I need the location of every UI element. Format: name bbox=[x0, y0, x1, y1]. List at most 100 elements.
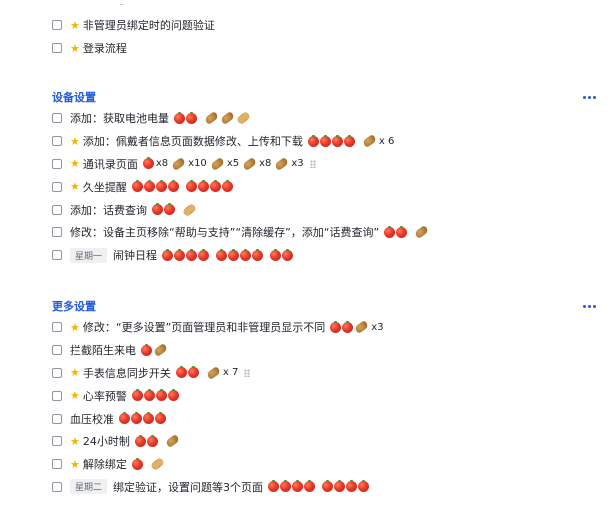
star-icon[interactable]: ★ bbox=[70, 43, 80, 54]
task-label[interactable]: 24小时制 bbox=[83, 433, 130, 449]
tomato-icon bbox=[143, 412, 154, 425]
task-row[interactable]: 添加：获取电池电量 bbox=[52, 107, 598, 130]
task-label[interactable]: 登录流程 bbox=[83, 40, 127, 56]
task-row[interactable]: ★ 添加：佩戴者信息页面数据修改、上传和下载 x 6 bbox=[52, 130, 598, 153]
task-row[interactable]: ★ 手表信息同步开关 x 7 bbox=[52, 362, 598, 385]
mark-count: x10 bbox=[188, 158, 207, 170]
task-row[interactable]: ★ 通讯录页面 x8 x10 x5 x8 x3 bbox=[52, 153, 598, 176]
task-label[interactable]: 血压校准 bbox=[70, 411, 114, 427]
task-label[interactable]: 通讯录页面 bbox=[83, 156, 138, 172]
due-date-tag[interactable]: 星期一 bbox=[70, 247, 108, 263]
task-checkbox[interactable] bbox=[52, 367, 62, 378]
task-row[interactable]: ★ 心率预警 bbox=[52, 384, 598, 407]
pomodoro-marks bbox=[268, 480, 370, 493]
task-checkbox[interactable] bbox=[52, 136, 62, 147]
section-title[interactable]: 设备设置 bbox=[52, 89, 96, 105]
more-icon[interactable] bbox=[583, 304, 598, 308]
task-checkbox[interactable] bbox=[52, 181, 62, 192]
tomato-icon bbox=[282, 248, 294, 261]
task-label[interactable]: 修改：“更多设置”页面管理员和非管理员显示不同 bbox=[83, 319, 325, 335]
task-label[interactable]: 添加：获取电池电量 bbox=[70, 110, 169, 126]
star-icon[interactable]: ★ bbox=[70, 181, 80, 192]
task-checkbox[interactable] bbox=[52, 20, 62, 31]
task-row[interactable]: 拦截陌生来电 bbox=[52, 339, 598, 362]
task-row[interactable]: 星期一 闹钟日程 bbox=[52, 244, 598, 267]
task-label[interactable]: 闹钟日程 bbox=[113, 247, 157, 263]
task-label[interactable]: 久坐提醒 bbox=[83, 179, 127, 195]
due-date-tag[interactable]: 星期二 bbox=[70, 479, 108, 495]
mark-count: x 7 bbox=[222, 367, 239, 379]
pomodoro-marks: x8 x10 x5 x8 x3 bbox=[142, 156, 316, 171]
pomodoro-marks bbox=[119, 412, 166, 425]
task-row[interactable]: 星期二 绑定验证，设置问题等3个页面 bbox=[52, 476, 598, 499]
tomato-icon bbox=[131, 412, 142, 425]
star-icon[interactable]: ★ bbox=[70, 158, 80, 169]
task-label[interactable]: 绑定验证，设置问题等3个页面 bbox=[113, 479, 263, 495]
drag-handle-icon[interactable] bbox=[309, 159, 316, 168]
task-row[interactable]: ★ 登录流程 bbox=[52, 37, 598, 60]
pomodoro-marks bbox=[134, 434, 180, 449]
task-label[interactable]: 添加：话费查询 bbox=[70, 202, 147, 218]
star-icon[interactable]: ★ bbox=[70, 436, 80, 447]
tomato-icon bbox=[330, 320, 342, 333]
more-icon[interactable] bbox=[583, 95, 598, 99]
task-checkbox[interactable] bbox=[52, 227, 62, 238]
task-row[interactable]: ★ 修改：“更多设置”页面管理员和非管理员显示不同 x3 bbox=[52, 316, 598, 339]
tomato-icon bbox=[131, 180, 143, 193]
task-row[interactable]: 血压校准 bbox=[52, 407, 598, 430]
pomodoro-marks bbox=[131, 456, 165, 472]
star-icon[interactable]: ★ bbox=[70, 367, 80, 378]
task-label[interactable]: 解除绑定 bbox=[83, 456, 127, 472]
section-more-settings: 更多设置 ★ 修改：“更多设置”页面管理员和非管理员显示不同 x3 拦截陌生来电 ★ 手表… bbox=[52, 296, 598, 498]
tomato-icon bbox=[131, 457, 143, 470]
tomato-icon bbox=[155, 389, 167, 402]
task-checkbox[interactable] bbox=[52, 250, 62, 261]
drag-handle-icon[interactable] bbox=[244, 368, 251, 377]
tomato-icon bbox=[143, 389, 155, 402]
potato-icon bbox=[241, 156, 258, 171]
task-row[interactable]: ★ 解除绑定 bbox=[52, 453, 598, 476]
pomodoro-marks: x3 bbox=[330, 320, 385, 335]
task-checkbox[interactable] bbox=[52, 204, 62, 215]
task-row[interactable]: ★ 久坐提醒 bbox=[52, 175, 598, 198]
task-row[interactable]: ★ 24小时制 bbox=[52, 430, 598, 453]
task-checkbox[interactable] bbox=[52, 345, 62, 356]
tomato-icon bbox=[216, 248, 228, 261]
task-checkbox[interactable] bbox=[52, 158, 62, 169]
star-icon[interactable]: ★ bbox=[70, 459, 80, 470]
task-row[interactable]: 添加：话费查询 bbox=[52, 198, 598, 221]
task-checkbox[interactable] bbox=[52, 459, 62, 470]
tomato-icon bbox=[343, 134, 355, 147]
pomodoro-marks bbox=[384, 225, 430, 240]
star-icon[interactable]: ★ bbox=[70, 322, 80, 333]
star-icon[interactable]: ★ bbox=[70, 390, 80, 401]
pomodoro-marks: x 6 bbox=[307, 134, 396, 149]
task-label[interactable]: 修改：设备主页移除“帮助与支持”“清除缓存”，添加“话费查询” bbox=[70, 224, 379, 240]
tomato-icon bbox=[141, 343, 152, 356]
task-checkbox[interactable] bbox=[52, 113, 62, 124]
tomato-icon bbox=[268, 480, 280, 493]
star-icon[interactable]: ★ bbox=[70, 136, 80, 147]
tomato-icon bbox=[155, 412, 166, 425]
task-label[interactable]: 手表信息同步开关 bbox=[83, 365, 171, 381]
task-checkbox[interactable] bbox=[52, 322, 62, 333]
star-icon[interactable]: ★ bbox=[70, 20, 80, 31]
task-label[interactable]: 拦截陌生来电 bbox=[70, 342, 136, 358]
task-row[interactable]: 修改：设备主页移除“帮助与支持”“清除缓存”，添加“话费查询” bbox=[52, 221, 598, 244]
task-checkbox[interactable] bbox=[52, 481, 62, 492]
task-row[interactable]: ★ 非管理员绑定时的问题验证 bbox=[52, 14, 598, 37]
section-title[interactable]: 更多设置 bbox=[52, 298, 96, 314]
task-label[interactable]: 心率预警 bbox=[83, 388, 127, 404]
task-checkbox[interactable] bbox=[52, 413, 62, 424]
tomato-icon bbox=[167, 180, 179, 193]
tomato-icon bbox=[134, 434, 146, 447]
task-checkbox[interactable] bbox=[52, 436, 62, 447]
task-checkbox[interactable] bbox=[52, 43, 62, 54]
tomato-icon bbox=[167, 389, 179, 402]
task-checkbox[interactable] bbox=[52, 390, 62, 401]
tomato-icon bbox=[396, 225, 408, 238]
task-group-top: ★ 非管理员绑定时的问题验证 ★ 登录流程 bbox=[52, 14, 598, 60]
task-list: 添加：获取电池电量 ★ 添加：佩戴者信息页面数据修改、上传和下载 x 6 ★ 通讯录页面 x… bbox=[52, 107, 598, 267]
task-label[interactable]: 添加：佩戴者信息页面数据修改、上传和下载 bbox=[83, 133, 303, 149]
task-label[interactable]: 非管理员绑定时的问题验证 bbox=[83, 17, 215, 33]
